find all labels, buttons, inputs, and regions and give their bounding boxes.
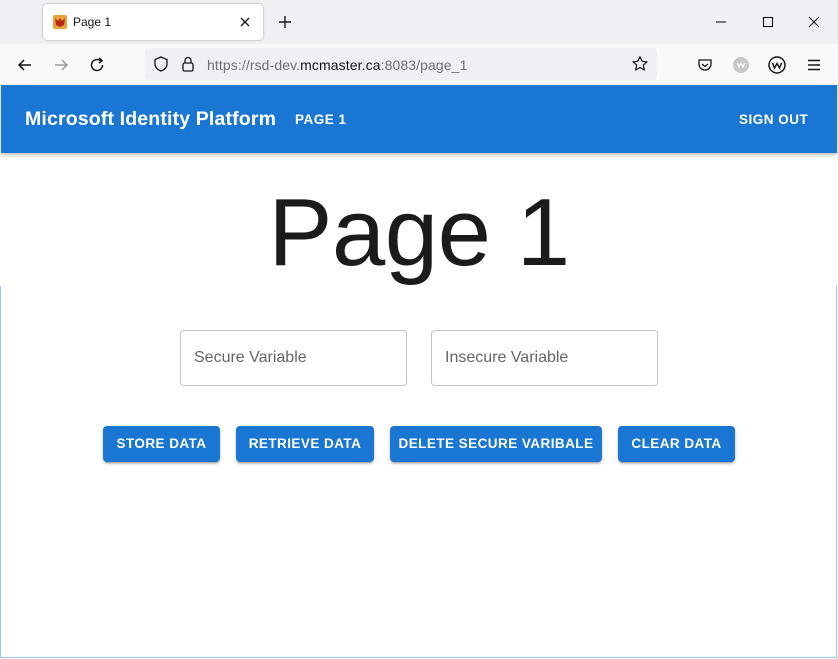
maximize-icon[interactable] (760, 14, 776, 30)
url-text: https://rsd-dev.mcmaster.ca:8083/page_1 (207, 57, 468, 73)
shield-icon[interactable] (152, 55, 170, 73)
retrieve-data-button[interactable]: RETRIEVE DATA (236, 426, 374, 462)
extension-icon[interactable] (731, 55, 751, 75)
app-bar: Microsoft Identity Platform PAGE 1 SIGN … (1, 85, 837, 153)
account-icon[interactable] (767, 55, 787, 75)
favicon-icon (53, 15, 67, 29)
store-data-button[interactable]: STORE DATA (103, 426, 220, 462)
delete-secure-variable-button[interactable]: DELETE SECURE VARIBALE (390, 426, 602, 462)
sign-out-button[interactable]: SIGN OUT (739, 112, 808, 127)
minimize-icon[interactable] (713, 14, 729, 30)
new-tab-icon[interactable] (277, 14, 293, 30)
menu-icon[interactable] (805, 56, 823, 74)
browser-navbar: https://rsd-dev.mcmaster.ca:8083/page_1 (0, 44, 838, 86)
app-title: Microsoft Identity Platform (25, 108, 277, 130)
insecure-variable-input[interactable] (432, 331, 657, 385)
browser-tabstrip: Page 1 (0, 0, 838, 44)
nav-page1-link[interactable]: PAGE 1 (295, 112, 347, 127)
browser-tab[interactable]: Page 1 (43, 4, 263, 40)
close-tab-icon[interactable] (237, 14, 253, 30)
url-bar[interactable]: https://rsd-dev.mcmaster.ca:8083/page_1 (145, 48, 657, 80)
secure-variable-field[interactable] (180, 330, 407, 386)
star-icon[interactable] (631, 55, 649, 73)
page-heading: Page 1 (268, 179, 570, 286)
tab-title: Page 1 (73, 15, 112, 29)
forward-icon[interactable] (52, 56, 70, 74)
insecure-variable-field[interactable] (431, 330, 658, 386)
page-border (0, 286, 837, 658)
clear-data-button[interactable]: CLEAR DATA (618, 426, 735, 462)
pocket-icon[interactable] (696, 56, 714, 74)
reload-icon[interactable] (88, 56, 106, 74)
secure-variable-input[interactable] (181, 331, 406, 385)
back-icon[interactable] (16, 56, 34, 74)
close-window-icon[interactable] (806, 14, 822, 30)
lock-icon[interactable] (179, 55, 197, 73)
